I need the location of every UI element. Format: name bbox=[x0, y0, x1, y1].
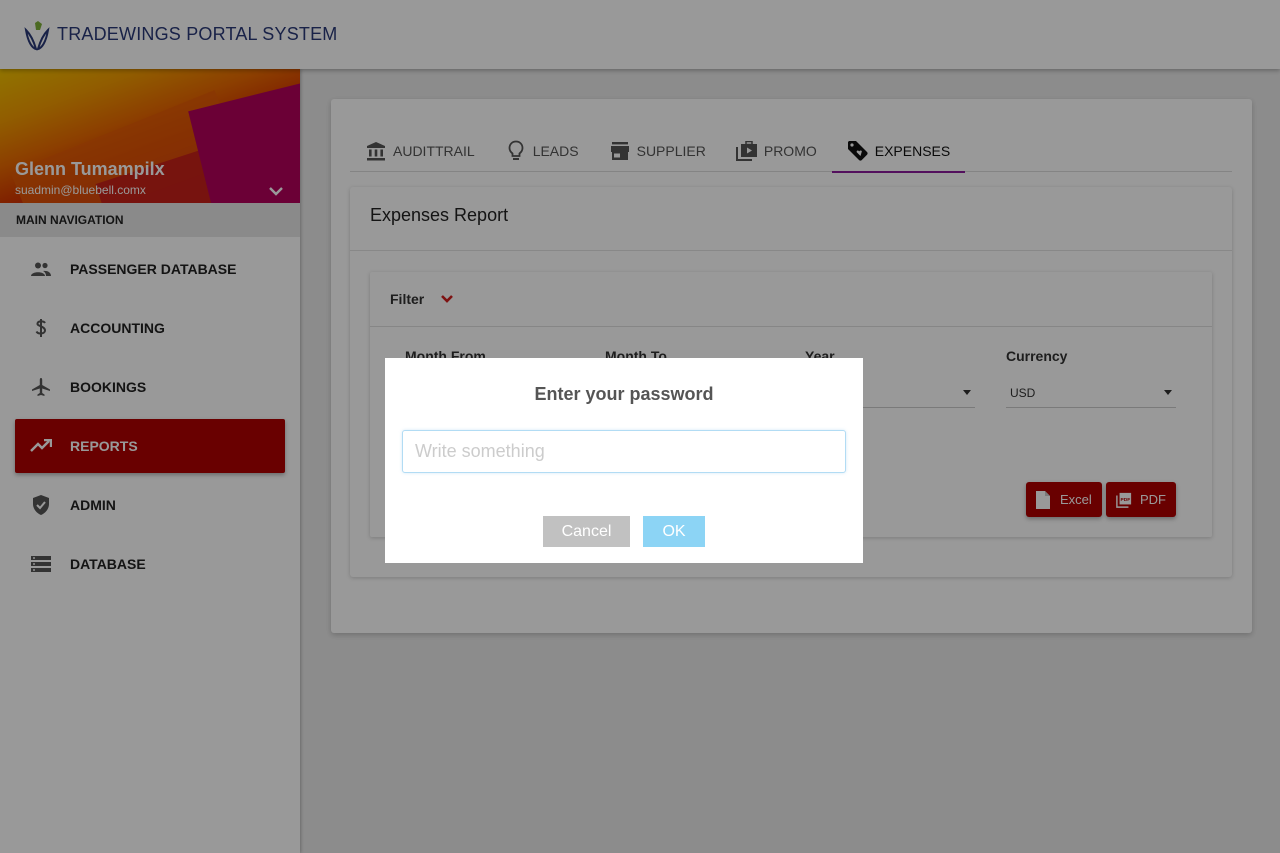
dialog-title: Enter your password bbox=[534, 384, 714, 404]
password-input[interactable] bbox=[402, 430, 846, 473]
dialog-buttons: Cancel OK bbox=[385, 516, 863, 547]
ok-button[interactable]: OK bbox=[643, 516, 705, 547]
password-dialog: Enter your password Cancel OK bbox=[385, 358, 863, 563]
cancel-button[interactable]: Cancel bbox=[543, 516, 630, 547]
